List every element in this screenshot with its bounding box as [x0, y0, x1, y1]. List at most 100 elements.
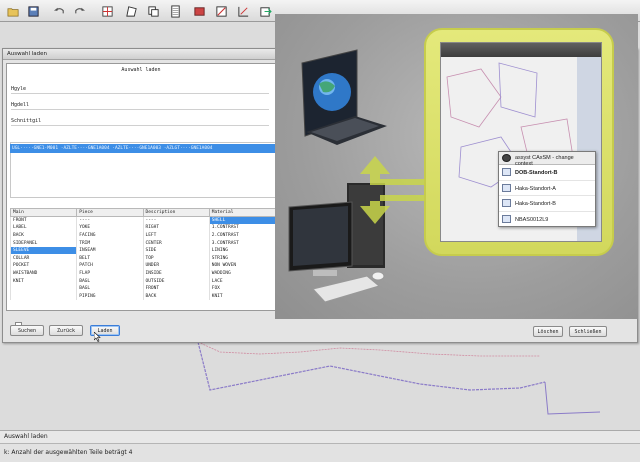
column-header[interactable]: Description: [142, 208, 210, 217]
column-header[interactable]: Main: [9, 208, 78, 217]
field-label-cut: Schnittgil: [11, 118, 42, 124]
table-cell[interactable]: BAGL: [76, 284, 144, 293]
table-cell[interactable]: COLLAR: [9, 254, 78, 263]
table-cell[interactable]: [9, 284, 78, 293]
selected-entries[interactable]: UGL·····GNE1·M001 ·AZLTE····GNE1A004 ·AZ…: [10, 144, 276, 153]
table-row[interactable]: BACK FACING LEFT 2.CONTRAST: [9, 231, 277, 240]
table-cell[interactable]: ----: [76, 216, 144, 225]
context-switch-illustration: assyst CAxSM - change context DOB-Stando…: [275, 14, 638, 319]
grading-icon[interactable]: [214, 4, 228, 18]
field-model-input[interactable]: [11, 109, 269, 110]
table-cell[interactable]: INSIDE: [142, 269, 210, 278]
table-row[interactable]: PIPING BACK KNIT: [9, 292, 277, 301]
layers-icon[interactable]: [192, 4, 206, 18]
table-cell[interactable]: RIGHT: [142, 224, 210, 232]
mouse-cursor-icon: [94, 332, 101, 342]
field-style-input[interactable]: [11, 93, 269, 94]
table-cell[interactable]: 1.CONTRAST: [208, 224, 277, 232]
table-cell[interactable]: SLEEVE: [9, 246, 78, 255]
context-item-haka-standort-b[interactable]: Haka-Standort-B: [499, 196, 595, 212]
table-cell[interactable]: KNIT: [9, 277, 78, 285]
table-cell[interactable]: UNDER: [142, 262, 210, 270]
column-header[interactable]: Piece: [76, 208, 144, 217]
delete-button[interactable]: Löschen: [533, 326, 563, 337]
search-button[interactable]: Suchen: [10, 325, 44, 336]
table-cell[interactable]: PIPING: [76, 292, 144, 301]
table-row[interactable]: POCKET PATCH UNDER NON WOVEN: [9, 262, 277, 270]
table-header-row: Main Piece Description Material: [9, 208, 277, 217]
reset-button[interactable]: Zurück: [49, 325, 83, 336]
desktop-computer-icon: [288, 183, 385, 303]
table-row[interactable]: WAISTBAND FLAP INSIDE WADDING: [9, 269, 277, 278]
table-cell[interactable]: OUTSIDE: [142, 277, 210, 285]
table-row[interactable]: SLEEVE INSEAM SIDE LINING: [9, 246, 277, 255]
table-cell[interactable]: NON WOVEN: [208, 262, 277, 270]
context-item-dob-standort-b[interactable]: DOB-Standort-B: [499, 165, 595, 181]
table-row[interactable]: SIDEPANEL TRIM CENTER 3.CONTRAST: [9, 239, 277, 247]
table-cell[interactable]: INSEAM: [76, 246, 144, 255]
table-cell[interactable]: BACK: [142, 292, 210, 301]
table-row[interactable]: KNIT BAGL OUTSIDE LACE: [9, 277, 277, 285]
table-cell[interactable]: LACE: [208, 277, 277, 285]
status-title: Auswahl laden: [0, 430, 640, 443]
field-label-model: Hgdell: [11, 102, 30, 108]
table-cell[interactable]: LINING: [208, 246, 277, 255]
table-cell[interactable]: YOKE: [76, 224, 144, 232]
table-cell[interactable]: FOX: [208, 284, 277, 293]
table-cell[interactable]: FLAP: [76, 269, 144, 278]
folder-open-icon[interactable]: [6, 4, 20, 18]
table-cell[interactable]: ----: [142, 216, 210, 225]
context-item-haka-standort-a[interactable]: Haka-Standort-A: [499, 181, 595, 196]
piece-icon[interactable]: [124, 4, 138, 18]
table-cell[interactable]: BACK: [9, 231, 78, 240]
column-header[interactable]: Material: [208, 208, 277, 217]
table-cell[interactable]: FACING: [76, 231, 144, 240]
table-cell[interactable]: SIDEPANEL: [9, 239, 78, 247]
location-icon: [502, 199, 511, 207]
table-cell[interactable]: LEFT: [142, 231, 210, 240]
table-cell[interactable]: KNIT: [208, 292, 277, 301]
field-label-style: Hgyle: [11, 86, 27, 92]
table-cell[interactable]: STRING: [208, 254, 277, 263]
table-cell[interactable]: 3.CONTRAST: [208, 239, 277, 247]
table-row[interactable]: COLLAR BELT TOP STRING: [9, 254, 277, 263]
save-icon[interactable]: [26, 4, 40, 18]
section-header: Auswahl laden: [121, 67, 161, 73]
dimension-icon[interactable]: [236, 4, 250, 18]
document-icon[interactable]: [168, 4, 182, 18]
table-cell[interactable]: POCKET: [9, 262, 78, 270]
table-cell[interactable]: BAGL: [76, 277, 144, 285]
table-cell[interactable]: SHELL: [208, 216, 277, 225]
table-cell[interactable]: 2.CONTRAST: [208, 231, 277, 240]
table-cell[interactable]: BELT: [76, 254, 144, 263]
table-cell[interactable]: PATCH: [76, 262, 144, 270]
status-message: k: Anzahl der ausgewählten Teile beträgt…: [0, 443, 640, 462]
table-cell[interactable]: TOP: [142, 254, 210, 263]
location-icon: [502, 168, 511, 176]
assyst-logo-icon: [502, 154, 511, 162]
table-cell[interactable]: FRONT: [9, 216, 78, 225]
copy-icon[interactable]: [146, 4, 160, 18]
table-cell[interactable]: FRONT: [142, 284, 210, 293]
parts-table: Main Piece Description Material FRONT ---…: [9, 208, 277, 301]
export-icon[interactable]: [258, 4, 272, 18]
undo-icon[interactable]: [52, 4, 66, 18]
laptop-icon: [301, 49, 387, 145]
table-cell[interactable]: [9, 292, 78, 301]
context-item-nbas0012l9[interactable]: NBAS0012L9: [499, 212, 595, 228]
table-cell[interactable]: CENTER: [142, 239, 210, 247]
redo-icon[interactable]: [72, 4, 86, 18]
location-icon: [502, 183, 511, 192]
table-cell[interactable]: TRIM: [76, 239, 144, 247]
table-cell[interactable]: SIDE: [142, 246, 210, 255]
table-cell[interactable]: LABEL: [9, 224, 78, 232]
close-button[interactable]: Schließen: [569, 326, 607, 337]
table-cell[interactable]: WAISTBAND: [9, 269, 78, 278]
field-cut-input[interactable]: [11, 125, 269, 126]
location-icon: [502, 214, 511, 223]
table-row[interactable]: LABEL YOKE RIGHT 1.CONTRAST: [9, 224, 277, 232]
table-row[interactable]: FRONT ---- ---- SHELL: [9, 216, 277, 225]
table-row[interactable]: BAGL FRONT FOX: [9, 284, 277, 293]
table-cell[interactable]: WADDING: [208, 269, 277, 278]
grid-icon[interactable]: [100, 4, 114, 18]
